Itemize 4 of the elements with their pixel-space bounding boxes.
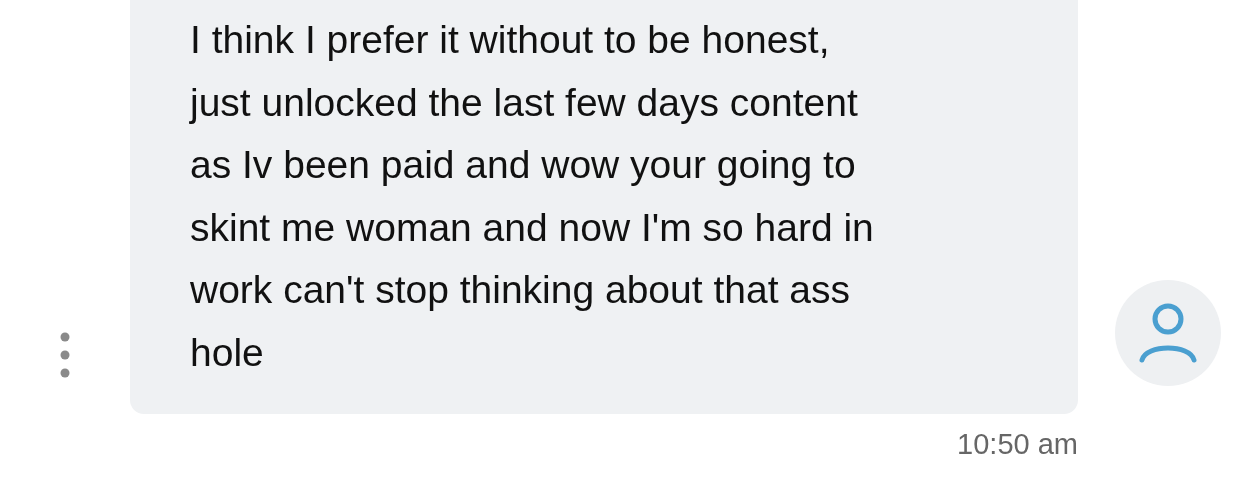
person-icon <box>1138 302 1198 364</box>
more-options-icon[interactable] <box>60 332 70 378</box>
message-text: I think I prefer it without to be honest, just unlocked the last few days content as Iv been paid and wow your going to skint me woman and now I'm so hard in work can't stop thinking about that ass hole <box>190 17 874 376</box>
message-time: 10:50 am <box>957 428 1078 461</box>
